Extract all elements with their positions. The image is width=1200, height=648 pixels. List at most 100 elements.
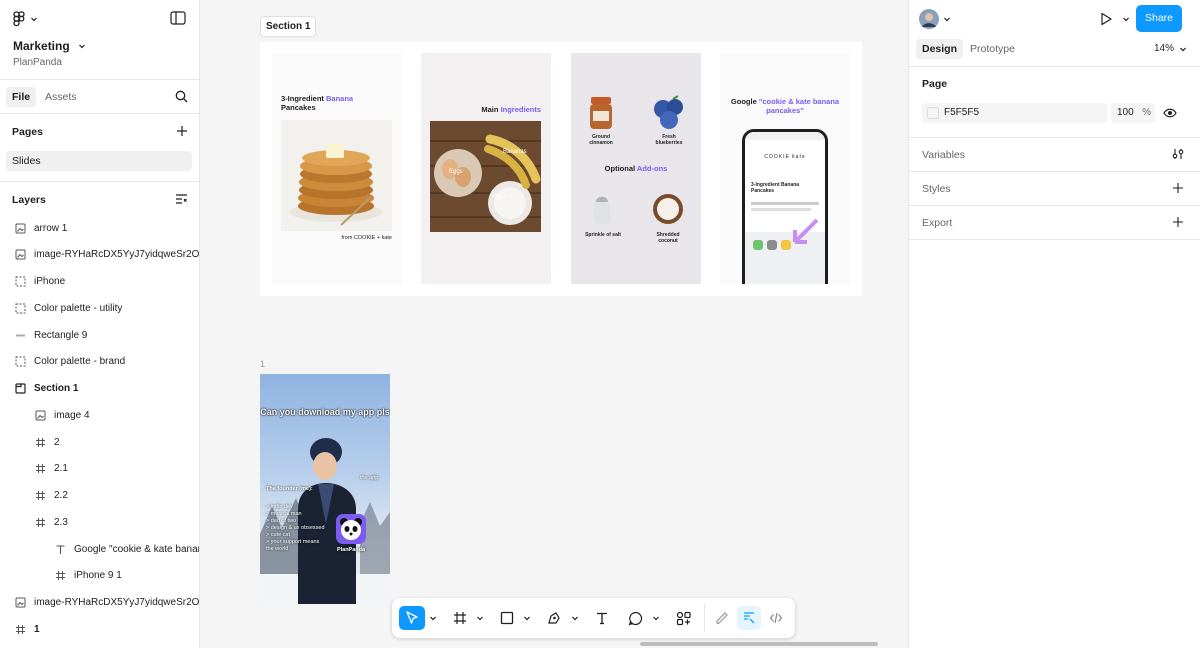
layer-row[interactable]: Google "cookie & kate banan	[0, 536, 200, 562]
slide-banana-pancakes[interactable]: 3-Ingredient Banana Pancakes from COOKIE …	[272, 53, 402, 284]
search-button[interactable]	[175, 90, 188, 106]
page-color-swatch[interactable]	[927, 107, 939, 119]
project-name: Marketing	[13, 39, 70, 53]
layer-row[interactable]: iPhone 9 1	[0, 563, 199, 589]
sidebar-icon	[170, 11, 186, 25]
search-icon	[175, 90, 188, 103]
layer-row[interactable]: arrow 1	[0, 215, 199, 241]
avatar-menu[interactable]	[919, 9, 951, 29]
text-tool-button[interactable]	[590, 606, 614, 630]
draw-mode-button[interactable]	[710, 606, 734, 630]
sidebar-toggle-button[interactable]	[170, 11, 186, 28]
pen-tool-menu[interactable]	[570, 606, 580, 630]
right-tabs: Design Prototype 14%	[909, 38, 1200, 67]
slide4-title-a: Google	[730, 97, 759, 106]
left-tabs: File Assets	[0, 80, 199, 114]
layer-row[interactable]: image-RYHaRcDX5YyJ7yidqweSr2Osb	[0, 590, 199, 616]
cursor-icon	[406, 611, 418, 624]
layer-label: arrow 1	[34, 222, 68, 234]
frame-tool-button[interactable]	[448, 606, 472, 630]
left-sidebar: Marketing PlanPanda File Assets Pages Sl…	[0, 0, 200, 648]
pen-tool-button[interactable]	[542, 606, 566, 630]
tab-file[interactable]: File	[6, 87, 37, 107]
layer-row[interactable]: Rectangle 9	[0, 322, 199, 348]
toggle-visibility-button[interactable]	[1163, 107, 1177, 122]
layer-label: image-RYHaRcDX5YyJ7yidqweSr2Osb	[34, 249, 200, 261]
canvas[interactable]: Section 1 3-Ingredient Banana Pancakes f…	[200, 0, 908, 648]
main-menu-button[interactable]	[12, 11, 38, 27]
add-page-button[interactable]	[176, 125, 188, 140]
page-section-title: Page	[922, 78, 948, 90]
chevron-down-icon	[524, 616, 530, 621]
figma-editor: Marketing PlanPanda File Assets Pages Sl…	[0, 0, 1200, 648]
layer-row[interactable]: 2.3	[0, 509, 199, 535]
page-item-slides[interactable]: Slides	[6, 151, 192, 171]
add-style-button[interactable]	[1172, 182, 1184, 197]
team-name[interactable]: PlanPanda	[13, 57, 62, 68]
export-section: Export	[909, 206, 1200, 240]
layer-row[interactable]: image-RYHaRcDX5YyJ7yidqweSr2Osb	[0, 242, 200, 268]
chevron-down-icon	[1123, 17, 1129, 22]
frame-1-reel[interactable]: Can you download my app pls the app The …	[260, 374, 390, 604]
tab-assets[interactable]: Assets	[39, 87, 83, 107]
move-tool-menu[interactable]	[428, 606, 438, 630]
layer-row[interactable]: iPhone	[0, 269, 199, 295]
slide-main-ingredients[interactable]: Main Ingredients Bananas Eggs Flour	[421, 53, 551, 284]
layer-row[interactable]: 2	[0, 429, 199, 455]
slide-addons[interactable]: Ground cinnamon Fresh blueberries Option…	[571, 53, 701, 284]
salt-shaker-image	[594, 196, 610, 224]
tab-design[interactable]: Design	[916, 39, 964, 59]
label-bananas: Bananas	[503, 149, 527, 155]
design-mode-icon	[744, 612, 755, 624]
collapse-layers-button[interactable]	[175, 193, 188, 208]
project-name-button[interactable]: Marketing	[13, 39, 86, 53]
reel-the-app: the app	[360, 475, 379, 481]
layer-row[interactable]: 1	[0, 616, 199, 642]
move-tool-button[interactable]	[399, 606, 425, 630]
shape-tool-button[interactable]	[495, 606, 519, 630]
slide-google-search[interactable]: Google "cookie & kate banana pancakes" C…	[720, 53, 850, 284]
page-opacity-field[interactable]: 100 %	[1111, 103, 1155, 123]
label-eggs: Eggs	[449, 169, 463, 175]
dev-mode-button[interactable]	[764, 606, 788, 630]
layer-label: Google "cookie & kate banan	[74, 543, 200, 555]
section-label[interactable]: Section 1	[260, 16, 317, 37]
tab-prototype[interactable]: Prototype	[964, 39, 1021, 59]
shape-tool-menu[interactable]	[522, 606, 532, 630]
right-header: Share	[909, 0, 1200, 38]
plus-icon	[1173, 183, 1183, 193]
addon-coconut: Shredded coconut	[656, 232, 680, 244]
comment-tool-button[interactable]	[623, 606, 647, 630]
components-icon	[676, 611, 691, 625]
pages-title: Pages	[12, 126, 43, 138]
panda-icon	[340, 518, 362, 540]
comment-tool-menu[interactable]	[651, 606, 661, 630]
layer-row[interactable]: Section 1	[0, 376, 199, 402]
present-menu[interactable]	[1122, 14, 1130, 26]
zoom-menu[interactable]: 14%	[1154, 43, 1187, 54]
frame-tool-menu[interactable]	[475, 606, 485, 630]
layer-row[interactable]: 2.1	[0, 456, 199, 482]
horizontal-scrollbar[interactable]	[640, 642, 878, 646]
share-button[interactable]: Share	[1136, 5, 1182, 32]
frame-label[interactable]: 1	[260, 359, 265, 369]
layer-row[interactable]: 2.2	[0, 483, 199, 509]
chevron-down-icon	[78, 44, 85, 49]
variables-button[interactable]	[1172, 148, 1184, 163]
styles-section: Styles	[909, 172, 1200, 206]
frame-icon	[34, 436, 46, 448]
chevron-down-icon	[430, 616, 436, 621]
layer-row[interactable]: Color palette - brand	[0, 349, 199, 375]
layer-row[interactable]: Color palette - utility	[0, 295, 199, 321]
present-button[interactable]	[1099, 12, 1113, 29]
comment-icon	[628, 611, 642, 625]
design-mode-button[interactable]	[737, 606, 761, 630]
add-export-button[interactable]	[1172, 216, 1184, 231]
page-color-field[interactable]: F5F5F5	[922, 103, 1108, 123]
toolbar-divider	[704, 604, 705, 632]
play-icon	[1101, 12, 1112, 26]
section-1[interactable]: 3-Ingredient Banana Pancakes from COOKIE …	[260, 42, 862, 296]
variables-title: Variables	[922, 149, 965, 161]
actions-button[interactable]	[671, 606, 695, 630]
layer-row[interactable]: image 4	[0, 402, 199, 428]
